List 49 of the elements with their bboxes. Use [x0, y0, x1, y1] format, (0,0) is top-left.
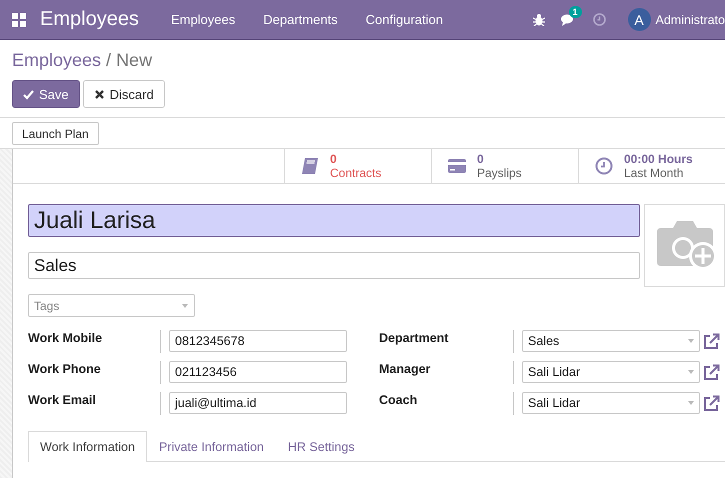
caret-icon — [688, 401, 694, 405]
chat-icon[interactable] — [560, 14, 575, 26]
external-link-icon[interactable] — [703, 333, 720, 350]
stat-button[interactable]: 00:00 Hours Last Month — [578, 149, 725, 183]
caret-icon — [688, 339, 694, 343]
user-avatar[interactable]: A — [628, 8, 651, 31]
menu-item[interactable]: Employees — [156, 12, 250, 27]
field-label: Coach — [379, 392, 514, 415]
tags-field[interactable]: Tags — [28, 294, 195, 317]
input-field[interactable]: 021123456 — [169, 361, 347, 383]
apps-menu-icon[interactable] — [12, 12, 26, 26]
input-field[interactable]: 0812345678 — [169, 330, 347, 352]
select-field[interactable]: Sales — [522, 330, 700, 352]
menu-item[interactable]: Configuration — [352, 12, 457, 27]
caret-icon — [182, 304, 188, 308]
tab[interactable]: Work Information — [28, 431, 147, 462]
external-link-icon[interactable] — [703, 364, 720, 381]
external-link-icon[interactable] — [703, 395, 720, 412]
tab[interactable]: Private Information — [146, 431, 276, 462]
tab[interactable]: HR Settings — [276, 431, 367, 462]
breadcrumb-link[interactable]: Employees — [12, 50, 102, 71]
bug-icon[interactable] — [532, 13, 545, 26]
close-icon — [94, 88, 105, 100]
app-name: Employees — [40, 8, 139, 31]
input-field[interactable]: juali@ultima.id — [169, 392, 347, 414]
job-title-field[interactable]: Sales — [28, 252, 640, 279]
breadcrumb-current: New — [116, 50, 152, 71]
menu-item[interactable]: Departments — [249, 12, 352, 27]
field-label: Work Phone — [28, 361, 161, 384]
stat-button[interactable]: 0 Contracts — [284, 149, 431, 183]
user-name[interactable]: Administrato — [656, 12, 725, 26]
stat-button[interactable]: 0 Payslips — [431, 149, 578, 183]
field-label: Work Email — [28, 392, 161, 415]
launch-plan-button[interactable]: Launch Plan — [12, 122, 99, 145]
field-label: Work Mobile — [28, 330, 161, 353]
field-label: Manager — [379, 361, 514, 384]
credit-card-icon — [447, 157, 467, 175]
breadcrumb-separator: / — [106, 50, 112, 71]
discard-button[interactable]: Discard — [82, 80, 165, 108]
field-label: Department — [379, 330, 514, 353]
select-field[interactable]: Sali Lidar — [522, 392, 700, 414]
book-icon — [300, 157, 320, 175]
select-field[interactable]: Sali Lidar — [522, 361, 700, 383]
clock-icon — [594, 157, 614, 175]
check-icon — [23, 88, 34, 100]
message-count-badge: 1 — [568, 6, 582, 18]
caret-icon — [688, 370, 694, 374]
save-button[interactable]: Save — [12, 80, 80, 108]
employee-name-field[interactable]: Juali Larisa — [28, 204, 640, 237]
